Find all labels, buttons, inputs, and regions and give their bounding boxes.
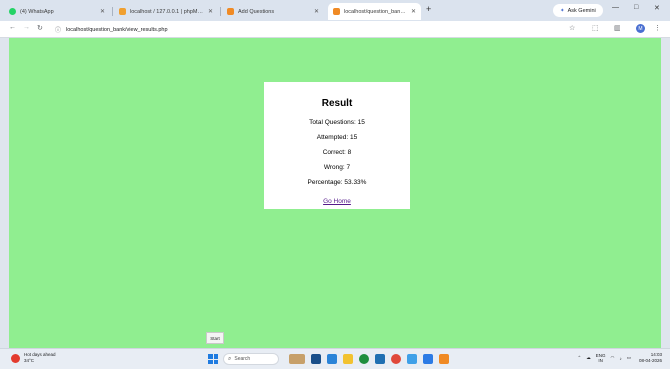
page-icon (227, 8, 234, 15)
tab-title: localhost/question_bank/view_results.php (344, 8, 407, 15)
attempted-text: Attempted: 15 (316, 134, 358, 141)
tab-title: Add Questions (238, 8, 275, 15)
gemini-label: Ask Gemini (567, 7, 596, 14)
browser-tab-strip: (4) WhatsApp ✕ localhost / 127.0.0.1 | p… (0, 0, 670, 21)
taskbar-app-icon[interactable] (289, 354, 305, 364)
taskbar: Hot days ahead 34°C ⌕ Search ⌃ ☁ ENG IN … (0, 348, 670, 369)
url-field[interactable]: ⓘ localhost/question_bank/view_results.p… (55, 23, 545, 36)
system-tray: ⌃ ☁ ENG IN ◠ ♪ ▭ 14:03 08-04-2026 (572, 352, 662, 364)
reload-icon[interactable]: ↻ (37, 24, 43, 32)
taskbar-app-icon[interactable] (311, 354, 321, 364)
search-icon: ⌕ (228, 355, 232, 362)
search-label: Search (234, 356, 251, 362)
result-heading: Result (321, 98, 353, 109)
start-tooltip: Start (206, 332, 224, 344)
taskbar-app-icon[interactable] (407, 354, 417, 364)
taskbar-apps: ⌕ Search (208, 353, 455, 365)
correct-text: Correct: 8 (322, 149, 352, 156)
chevron-up-icon[interactable]: ⌃ (577, 355, 581, 361)
taskbar-app-icon[interactable] (327, 354, 337, 364)
tab-add-questions[interactable]: Add Questions ✕ (222, 3, 324, 20)
back-arrow-icon[interactable]: ← (9, 24, 16, 31)
wifi-icon[interactable]: ◠ (611, 355, 615, 361)
close-icon[interactable]: ✕ (100, 8, 105, 15)
weather-icon (11, 353, 20, 363)
tab-whatsapp[interactable]: (4) WhatsApp ✕ (4, 3, 110, 20)
menu-kebab-icon[interactable]: ⋮ (654, 24, 661, 32)
file-explorer-icon[interactable] (343, 354, 353, 364)
tab-title: localhost / 127.0.0.1 | phpMyAdmin (130, 8, 204, 15)
close-icon[interactable]: ✕ (208, 8, 213, 15)
close-window-button[interactable]: ✕ (654, 4, 660, 12)
page-viewport: Result Total Questions: 15 Attempted: 15… (9, 38, 661, 348)
tab-divider (220, 7, 221, 16)
tab-phpmyadmin[interactable]: localhost / 127.0.0.1 | phpMyAdmin ✕ (114, 3, 218, 20)
language-indicator[interactable]: ENG IN (596, 353, 606, 363)
go-home-link[interactable]: Go Home (323, 198, 351, 205)
forward-arrow-icon[interactable]: → (23, 24, 30, 31)
tab-divider (112, 7, 113, 16)
region-code: IN (598, 358, 603, 363)
url-text: localhost/question_bank/view_results.php (66, 26, 168, 33)
weather-text: Hot days ahead 34°C (24, 352, 56, 364)
taskbar-app-icon[interactable] (375, 354, 385, 364)
wrong-text: Wrong: 7 (323, 164, 351, 171)
bookmark-star-icon[interactable]: ☆ (569, 24, 575, 32)
volume-icon[interactable]: ♪ (619, 356, 621, 361)
result-card: Result Total Questions: 15 Attempted: 15… (264, 82, 410, 209)
total-questions-text: Total Questions: 15 (309, 119, 365, 126)
maximize-button[interactable]: □ (634, 4, 638, 11)
taskbar-app-icon[interactable] (439, 354, 449, 364)
phpmyadmin-icon (119, 8, 126, 15)
close-icon[interactable]: ✕ (314, 8, 319, 15)
address-bar: ← → ↻ ⓘ localhost/question_bank/view_res… (0, 21, 670, 38)
battery-icon[interactable]: ▭ (627, 355, 631, 361)
percentage-text: Percentage: 53.33% (307, 179, 367, 186)
whatsapp-icon (9, 8, 16, 15)
tab-title: (4) WhatsApp (20, 8, 54, 15)
profile-avatar[interactable]: M (636, 24, 645, 33)
windows-start-icon[interactable] (208, 354, 218, 364)
minimize-button[interactable]: — (612, 4, 619, 11)
new-tab-button[interactable]: + (426, 4, 431, 14)
tab-view-results[interactable]: localhost/question_bank/view_results.php… (328, 3, 421, 20)
page-icon (333, 8, 340, 15)
side-panel-icon[interactable]: ▥ (614, 24, 621, 32)
close-icon[interactable]: ✕ (411, 8, 416, 15)
edge-icon[interactable] (359, 354, 369, 364)
cloud-icon[interactable]: ☁ (586, 355, 591, 361)
vscode-icon[interactable] (423, 354, 433, 364)
chrome-icon[interactable] (391, 354, 401, 364)
extensions-icon[interactable]: ⬚ (592, 24, 599, 32)
gemini-sparkle-icon: ✦ (560, 7, 565, 14)
clock[interactable]: 14:03 08-04-2026 (639, 352, 662, 364)
taskbar-search[interactable]: ⌕ Search (223, 353, 279, 365)
weather-temperature: 34°C (24, 358, 35, 363)
ask-gemini-button[interactable]: ✦ Ask Gemini (553, 4, 603, 17)
weather-widget[interactable]: Hot days ahead 34°C (11, 352, 56, 364)
site-info-icon[interactable]: ⓘ (55, 25, 61, 34)
date-text: 08-04-2026 (638, 358, 662, 363)
